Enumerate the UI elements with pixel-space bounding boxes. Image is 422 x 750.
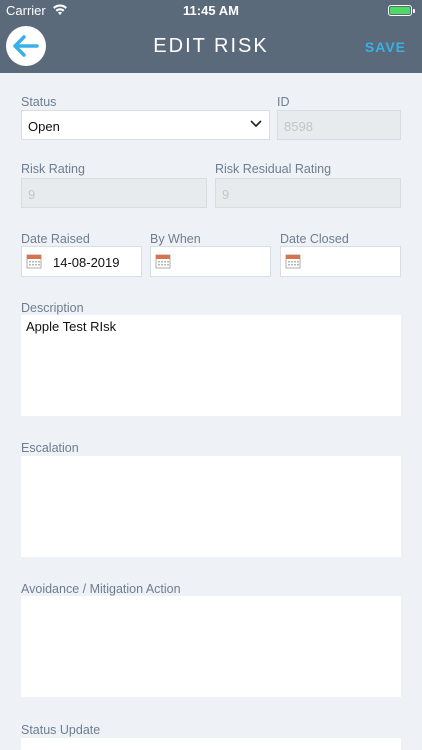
mitigation-textarea[interactable] (21, 596, 401, 697)
risk-rating-field: 9 (21, 178, 207, 208)
battery-icon (388, 5, 415, 16)
id-label: ID (277, 95, 290, 109)
by-when-label: By When (150, 232, 201, 246)
risk-residual-rating-value: 9 (222, 187, 230, 202)
save-button[interactable]: SAVE (365, 39, 406, 55)
status-bar: Carrier 11:45 AM (0, 0, 422, 21)
id-field: 8598 (277, 110, 401, 140)
page-title: EDIT RISK (153, 35, 269, 57)
description-textarea[interactable]: Apple Test RIsk (21, 315, 401, 416)
mitigation-label: Avoidance / Mitigation Action (21, 582, 181, 596)
escalation-textarea[interactable] (21, 456, 401, 557)
risk-residual-rating-field: 9 (215, 178, 401, 208)
risk-residual-rating-label: Risk Residual Rating (215, 162, 332, 176)
date-closed-label: Date Closed (280, 232, 349, 246)
status-update-label: Status Update (21, 723, 101, 737)
date-raised-field[interactable]: 14-08-2019 (21, 246, 142, 277)
calendar-icon (155, 254, 171, 269)
status-update-textarea[interactable] (21, 738, 401, 750)
chevron-down-icon (250, 120, 262, 128)
clock: 11:45 AM (183, 3, 239, 18)
by-when-field[interactable] (150, 246, 271, 277)
status-select[interactable]: Open (21, 110, 270, 140)
status-label: Status (21, 95, 57, 109)
id-value: 8598 (284, 119, 313, 134)
battery-fill (390, 7, 410, 14)
risk-rating-value: 9 (28, 187, 36, 202)
nav-bar: EDIT RISK SAVE (0, 21, 422, 73)
date-raised-value: 14-08-2019 (53, 255, 120, 270)
status-value: Open (28, 119, 60, 134)
calendar-icon (26, 254, 42, 269)
date-closed-field[interactable] (280, 246, 401, 277)
date-raised-label: Date Raised (21, 232, 90, 246)
calendar-icon (285, 254, 301, 269)
description-label: Description (21, 301, 84, 315)
risk-rating-label: Risk Rating (21, 162, 85, 176)
escalation-label: Escalation (21, 441, 79, 455)
